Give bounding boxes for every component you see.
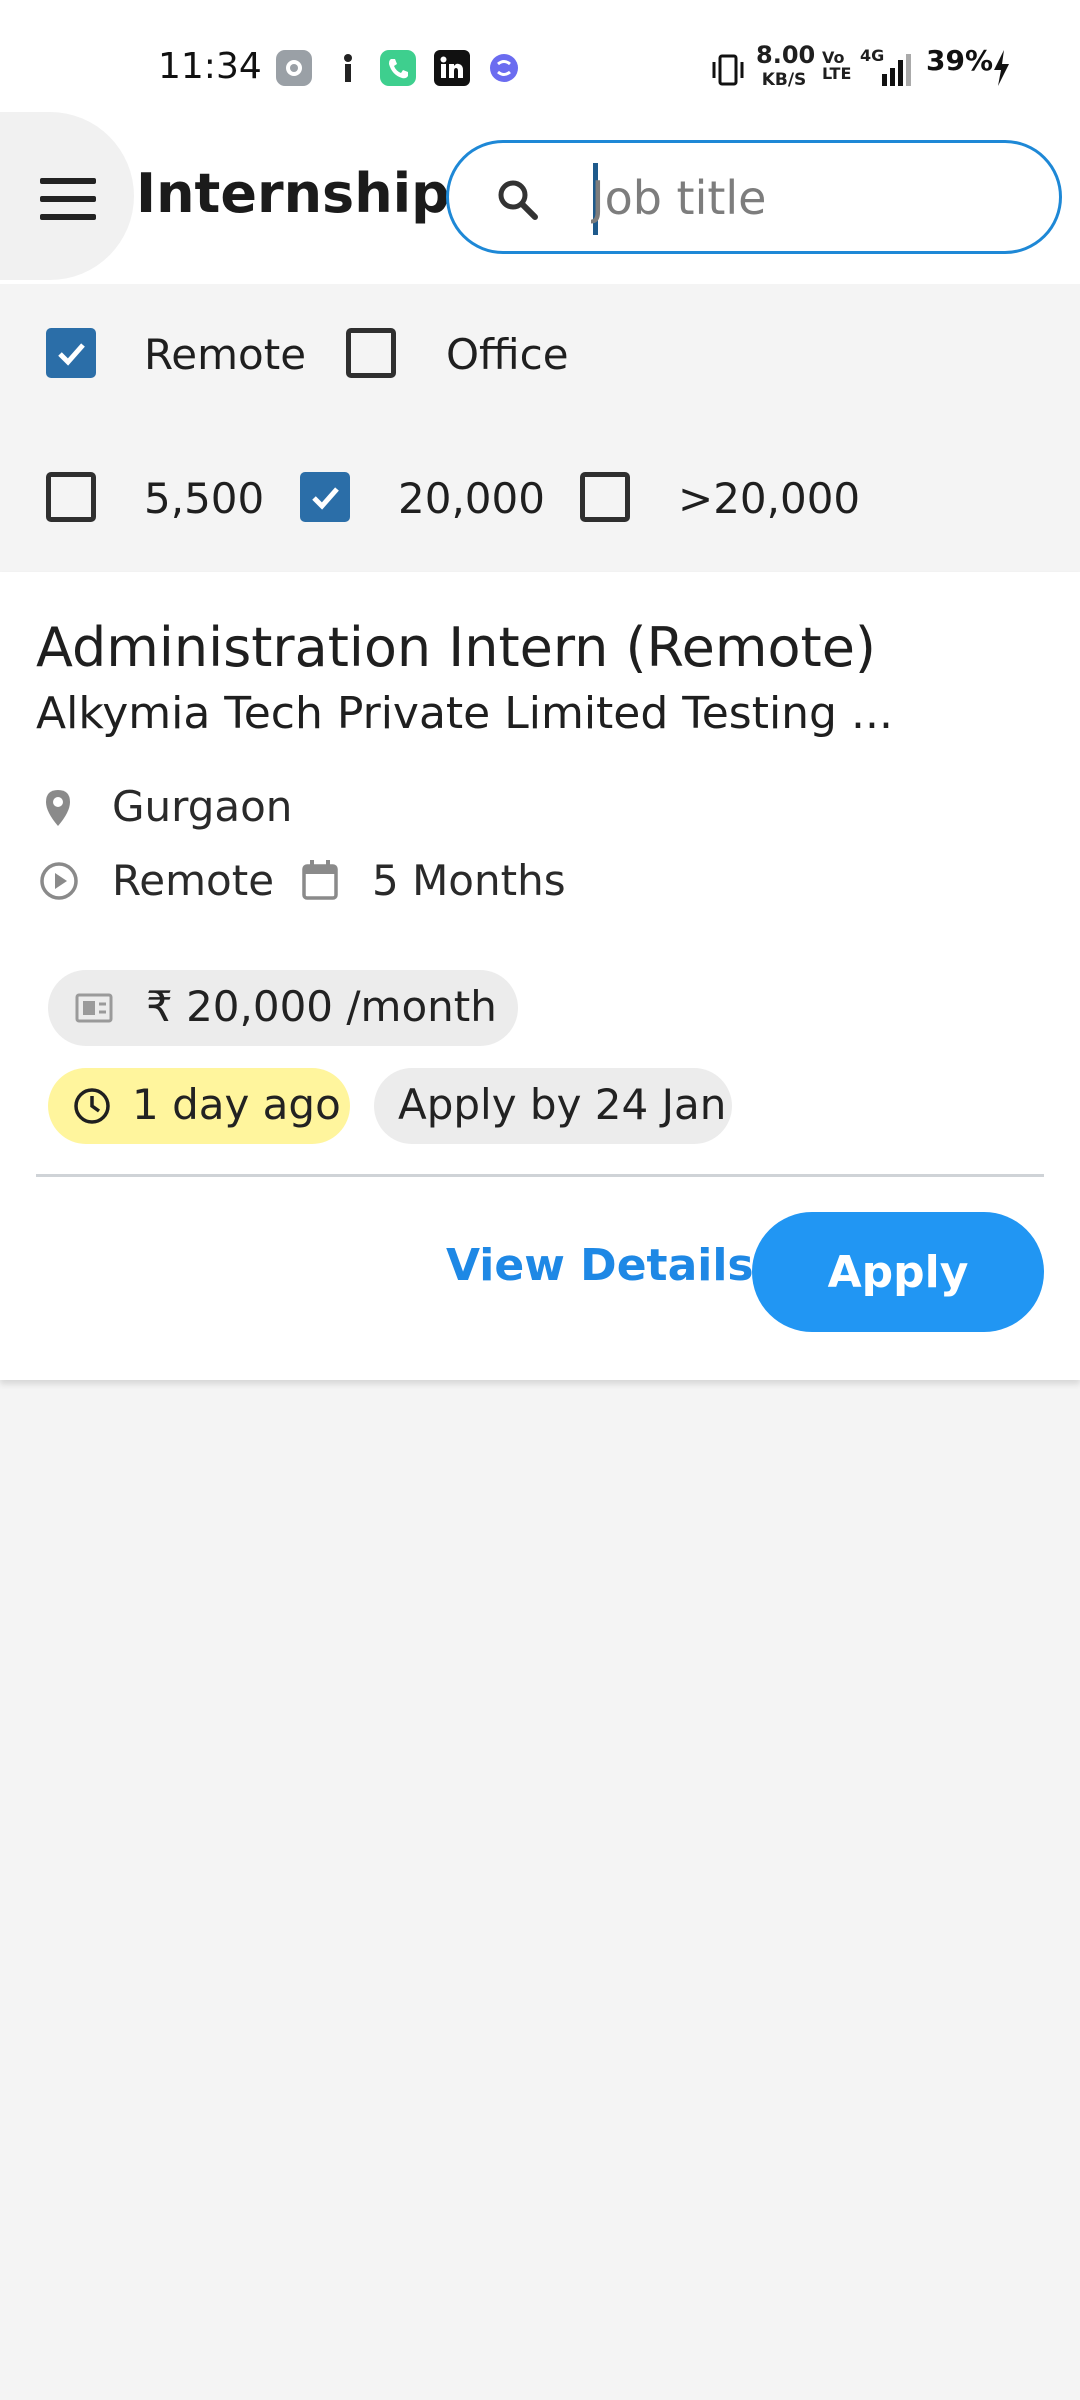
office-label[interactable]: Office — [446, 330, 569, 379]
app-bar: Internships — [0, 112, 1080, 284]
calendar-icon — [302, 860, 338, 900]
remote-label[interactable]: Remote — [144, 330, 306, 379]
network-speed-unit: KB/S — [761, 70, 807, 90]
stipend-chip: ₹ 20,000 /month — [48, 970, 518, 1046]
apply-by-chip: Apply by 24 Jan — [374, 1068, 732, 1144]
stipend-20000-label[interactable]: 20,000 — [398, 474, 545, 523]
view-details-button[interactable]: View Details — [446, 1240, 754, 1291]
vibrate-icon — [710, 50, 746, 86]
search-input[interactable] — [589, 165, 1033, 231]
card-divider — [36, 1174, 1044, 1177]
clock-icon — [74, 1088, 110, 1124]
stipend-text: ₹ 20,000 /month — [146, 982, 497, 1031]
location-pin-icon — [46, 790, 70, 826]
stipend-5500-label[interactable]: 5,500 — [144, 474, 264, 523]
apply-by-text: Apply by 24 Jan — [398, 1080, 727, 1129]
page-title: Internships — [136, 162, 482, 225]
charging-icon — [990, 48, 1012, 92]
check-icon — [58, 343, 85, 366]
filters-panel: Remote Office 5,500 20,000 >20,000 — [0, 284, 1080, 572]
remote-checkbox[interactable] — [46, 328, 96, 378]
search-bar[interactable] — [446, 140, 1062, 254]
network-speed-value: 8.00 — [756, 41, 816, 69]
menu-button[interactable] — [0, 112, 134, 280]
posted-time-chip: 1 day ago — [48, 1068, 350, 1144]
signal-icon: 4G — [860, 46, 920, 90]
search-icon — [498, 180, 538, 220]
duration-text: 5 Months — [372, 856, 566, 905]
apply-button[interactable]: Apply — [752, 1212, 1044, 1332]
status-bar: 11:34 8.00 KB/S Vo LTE 4G 39% — [0, 0, 1080, 112]
job-title[interactable]: Administration Intern (Remote) — [36, 616, 876, 679]
settings-notification-icon — [276, 50, 312, 86]
network-speed: 8.00 KB/S — [756, 41, 816, 91]
info-notification-icon — [330, 50, 366, 86]
status-time: 11:34 — [158, 46, 262, 87]
office-checkbox[interactable] — [346, 328, 396, 378]
internship-card[interactable]: Administration Intern (Remote) Alkymia T… — [0, 572, 1080, 1380]
linkedin-notification-icon — [434, 50, 470, 86]
stipend-above-20000-checkbox[interactable] — [580, 472, 630, 522]
battery-percent: 39% — [926, 44, 994, 77]
stipend-5500-checkbox[interactable] — [46, 472, 96, 522]
posted-time-text: 1 day ago — [132, 1080, 341, 1129]
money-icon — [75, 993, 113, 1023]
work-type-text: Remote — [112, 856, 275, 905]
signal-type: 4G — [860, 46, 885, 65]
location-text: Gurgaon — [112, 782, 293, 831]
stipend-20000-checkbox[interactable] — [300, 472, 350, 522]
stipend-above-20000-label[interactable]: >20,000 — [678, 474, 860, 523]
check-icon — [312, 487, 339, 510]
play-circle-icon — [40, 862, 78, 900]
volte-indicator: Vo LTE — [822, 48, 852, 83]
app-notification-icon — [486, 50, 522, 86]
company-name: Alkymia Tech Private Limited Testing ... — [36, 688, 893, 739]
phone-notification-icon — [380, 50, 416, 86]
